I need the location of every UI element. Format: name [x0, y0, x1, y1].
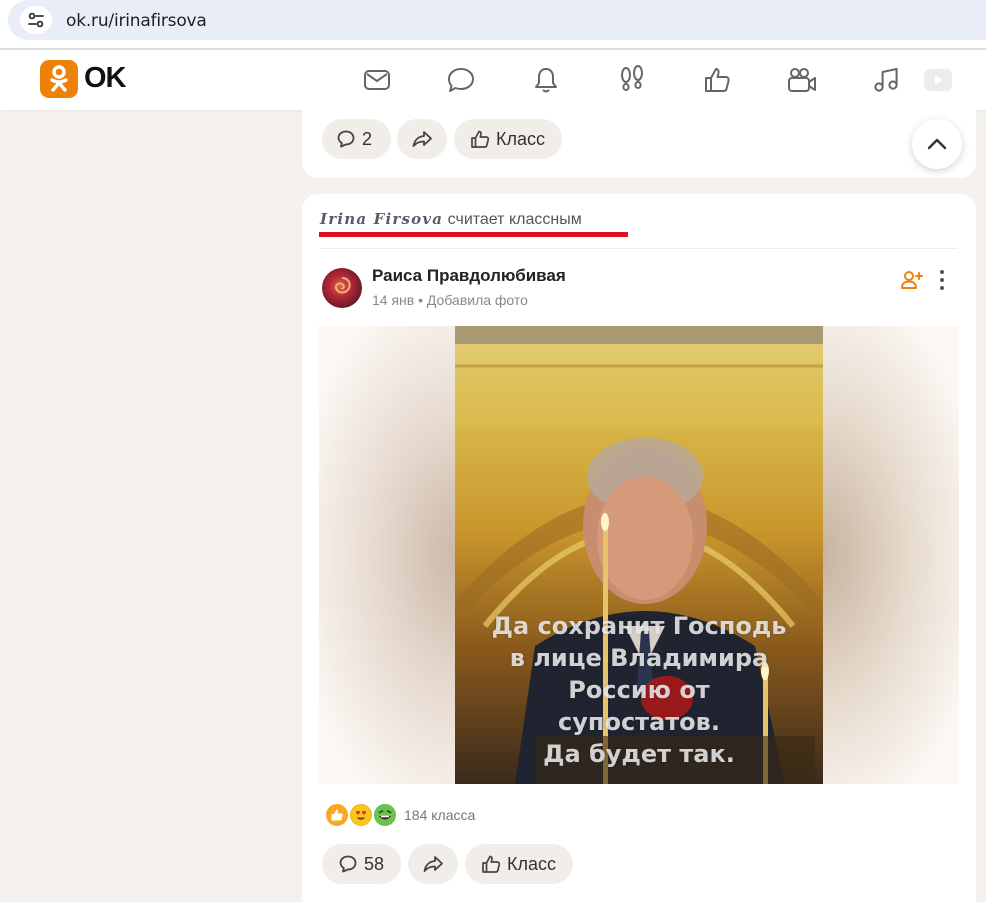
scroll-to-top-button[interactable] — [912, 119, 962, 169]
avatar[interactable] — [322, 268, 362, 308]
liker-name[interactable]: Irina Firsova — [320, 210, 443, 228]
photo-blur-right — [819, 326, 959, 784]
header-divider — [320, 248, 958, 249]
mail-icon[interactable] — [361, 64, 393, 96]
photo-caption: Да сохранит Господь в лице Владимира Рос… — [455, 610, 823, 770]
laughing-reaction-icon — [372, 802, 398, 828]
comments-count: 58 — [364, 853, 385, 874]
feed-activity-header: Irina Firsova считает классным — [320, 210, 582, 229]
share-icon — [412, 131, 432, 147]
author-name[interactable]: Раиса Правдолюбивая — [372, 266, 566, 286]
thumb-up-icon — [471, 130, 490, 148]
add-friend-icon[interactable] — [900, 268, 924, 292]
caption-line-4: супостатов. — [558, 708, 720, 736]
comments-count: 2 — [362, 128, 373, 149]
chevron-up-icon — [927, 138, 947, 150]
like-label: Класс — [496, 128, 545, 149]
site-header: OK — [0, 50, 986, 110]
like-label: Класс — [507, 853, 556, 874]
previous-post-card: 2 Класс — [302, 110, 976, 178]
ok-logo-icon[interactable] — [40, 60, 78, 98]
more-options-icon[interactable] — [932, 268, 952, 292]
bell-icon[interactable] — [530, 64, 562, 96]
chat-icon[interactable] — [445, 64, 477, 96]
browser-toolbar: ok.ru/irinafirsova — [0, 0, 986, 48]
post-action: Добавила фото — [426, 292, 528, 308]
post-photo[interactable]: Да сохранит Господь в лице Владимира Рос… — [319, 326, 959, 784]
site-settings-icon[interactable] — [20, 6, 52, 34]
post-date[interactable]: 14 янв — [372, 292, 414, 308]
comment-icon — [337, 130, 355, 148]
highlight-underline — [319, 232, 628, 237]
post-meta: 14 янв • Добавила фото — [372, 292, 528, 308]
video-play-icon[interactable] — [922, 64, 954, 96]
comment-icon — [339, 855, 357, 873]
logo-text[interactable]: OK — [84, 62, 126, 95]
heart-eyes-reaction-icon — [348, 802, 374, 828]
caption-line-2: в лице Владимира — [509, 644, 769, 672]
share-icon — [423, 856, 443, 872]
footprints-icon[interactable] — [616, 64, 648, 96]
comments-button[interactable]: 2 — [322, 119, 391, 159]
share-button[interactable] — [408, 844, 458, 884]
activity-text: считает классным — [447, 211, 582, 228]
comments-button[interactable]: 58 — [322, 844, 401, 884]
caption-line-5: Да будет так. — [543, 740, 735, 768]
url-text[interactable]: ok.ru/irinafirsova — [66, 11, 207, 31]
photo-blur-left — [319, 326, 459, 784]
photo-image: Да сохранит Господь в лице Владимира Рос… — [455, 326, 823, 784]
caption-line-1: Да сохранит Господь — [491, 612, 787, 640]
like-reaction-icon — [324, 802, 350, 828]
like-button[interactable]: Класс — [465, 844, 573, 884]
music-icon[interactable] — [870, 64, 902, 96]
share-button[interactable] — [397, 119, 447, 159]
video-camera-icon[interactable] — [786, 64, 818, 96]
like-icon[interactable] — [701, 64, 733, 96]
meta-separator: • — [418, 292, 424, 308]
address-field[interactable]: ok.ru/irinafirsova — [8, 0, 986, 40]
caption-line-3: Россию от — [568, 676, 710, 704]
thumb-up-icon — [482, 855, 501, 873]
reactions-count[interactable]: 184 класса — [404, 807, 475, 823]
like-button[interactable]: Класс — [454, 119, 562, 159]
